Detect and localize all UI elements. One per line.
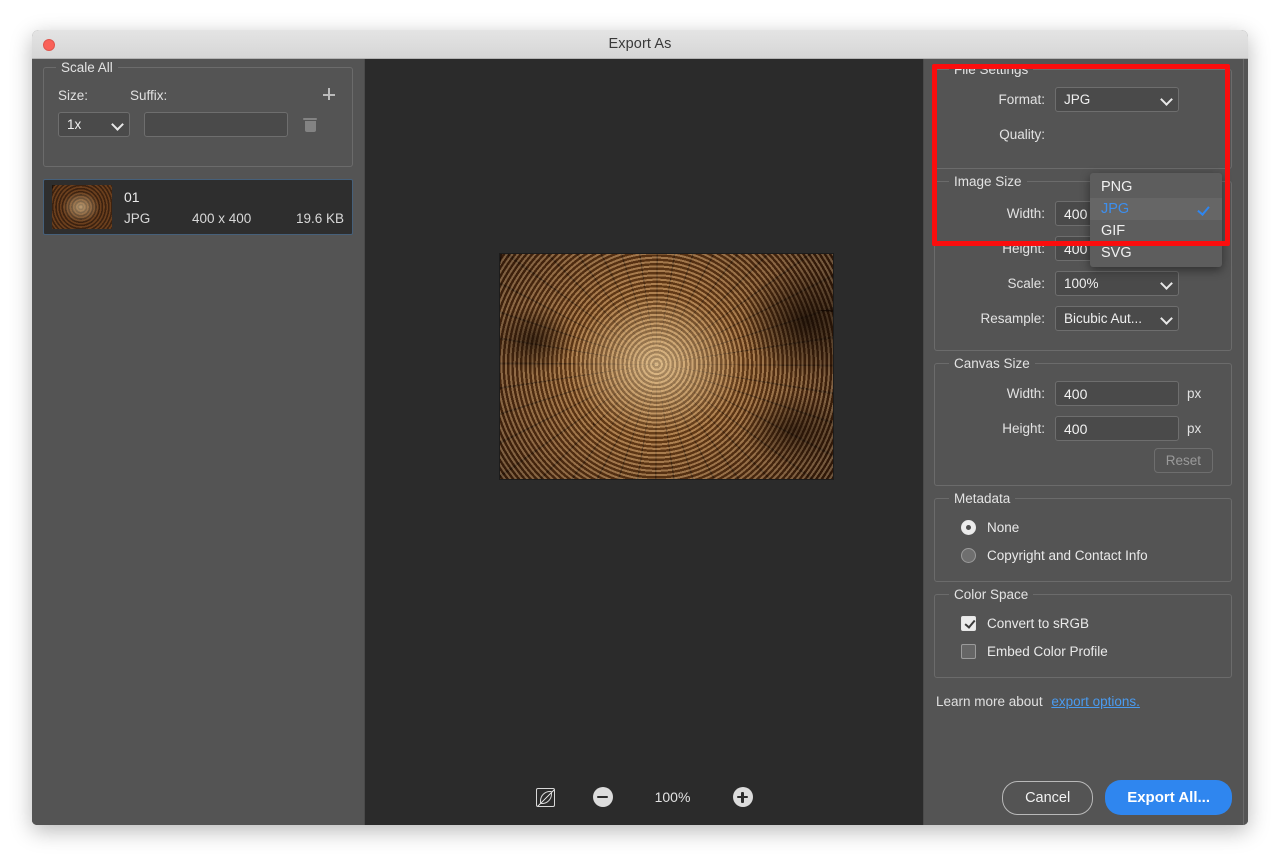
dialog-body: Scale All Size: Suffix: 1x bbox=[32, 59, 1248, 825]
fit-to-screen-icon[interactable] bbox=[536, 788, 555, 807]
metadata-option-none[interactable]: None bbox=[943, 513, 1223, 541]
file-sub: JPG 400 x 400 19.6 KB bbox=[124, 211, 344, 226]
canvas-width-row: Width: px bbox=[943, 378, 1223, 409]
size-select-wrap: 1x bbox=[58, 112, 130, 137]
color-space-option-embed[interactable]: Embed Color Profile bbox=[943, 637, 1223, 665]
cancel-button[interactable]: Cancel bbox=[1002, 781, 1093, 815]
format-select-wrap: JPG bbox=[1055, 87, 1179, 112]
plus-icon[interactable] bbox=[320, 86, 338, 104]
canvas-width-input[interactable] bbox=[1055, 381, 1179, 406]
zoom-in-icon[interactable] bbox=[733, 787, 753, 807]
checkbox-icon[interactable] bbox=[961, 616, 976, 631]
radio-icon[interactable] bbox=[961, 520, 976, 535]
scale-all-title: Scale All bbox=[56, 60, 118, 75]
file-settings-title: File Settings bbox=[949, 62, 1033, 77]
suffix-input[interactable] bbox=[144, 112, 288, 137]
file-dimensions: 400 x 400 bbox=[192, 211, 296, 226]
metadata-copyright-label: Copyright and Contact Info bbox=[987, 548, 1148, 563]
dropdown-option-label: JPG bbox=[1101, 201, 1129, 217]
color-space-group: Color Space Convert to sRGB Embed Color … bbox=[934, 594, 1232, 678]
scale-all-controls: 1x bbox=[58, 112, 338, 137]
reset-row: Reset bbox=[943, 448, 1223, 473]
trash-icon[interactable] bbox=[302, 117, 318, 133]
format-dropdown-menu[interactable]: PNG JPG GIF SVG bbox=[1090, 173, 1222, 267]
dropdown-option-label: PNG bbox=[1101, 179, 1132, 195]
thumbnail bbox=[52, 185, 112, 229]
list-item[interactable]: 01 JPG 400 x 400 19.6 KB bbox=[43, 179, 353, 235]
export-all-button[interactable]: Export All... bbox=[1105, 780, 1232, 815]
suffix-label: Suffix: bbox=[130, 88, 320, 103]
resample-select-wrap: Bicubic Aut... bbox=[1055, 306, 1179, 331]
zoom-toolbar: 100% bbox=[365, 787, 923, 807]
checkmark-icon bbox=[1200, 200, 1212, 216]
size-label: Size: bbox=[58, 88, 130, 103]
canvas-width-unit: px bbox=[1187, 386, 1201, 401]
resample-select[interactable]: Bicubic Aut... bbox=[1055, 306, 1179, 331]
canvas-height-label: Height: bbox=[943, 421, 1055, 436]
resample-label: Resample: bbox=[943, 311, 1055, 326]
dropdown-option-png[interactable]: PNG bbox=[1090, 176, 1222, 198]
file-list: 01 JPG 400 x 400 19.6 KB bbox=[43, 179, 353, 235]
preview-canvas[interactable]: 100% bbox=[364, 59, 924, 825]
dropdown-option-label: SVG bbox=[1101, 245, 1132, 261]
dropdown-option-jpg[interactable]: JPG bbox=[1090, 198, 1222, 220]
canvas-size-group: Canvas Size Width: px Height: px Reset bbox=[934, 363, 1232, 486]
scale-all-group: Scale All Size: Suffix: 1x bbox=[43, 67, 353, 167]
titlebar: Export As bbox=[32, 30, 1248, 59]
image-height-label: Height: bbox=[943, 241, 1055, 256]
format-row: Format: JPG bbox=[943, 84, 1223, 115]
canvas-height-row: Height: px bbox=[943, 413, 1223, 444]
left-panel: Scale All Size: Suffix: 1x bbox=[32, 59, 364, 825]
footer-buttons: Cancel Export All... bbox=[1002, 780, 1232, 815]
metadata-none-label: None bbox=[987, 520, 1019, 535]
format-label: Format: bbox=[943, 92, 1055, 107]
canvas-height-unit: px bbox=[1187, 421, 1201, 436]
export-options-link[interactable]: export options. bbox=[1051, 694, 1140, 709]
image-scale-select[interactable]: 100% bbox=[1055, 271, 1179, 296]
resample-row: Resample: Bicubic Aut... bbox=[943, 303, 1223, 334]
embed-profile-label: Embed Color Profile bbox=[987, 644, 1108, 659]
color-space-title: Color Space bbox=[949, 587, 1033, 602]
metadata-option-copyright[interactable]: Copyright and Contact Info bbox=[943, 541, 1223, 569]
color-space-option-srgb[interactable]: Convert to sRGB bbox=[943, 609, 1223, 637]
dropdown-option-label: GIF bbox=[1101, 223, 1125, 239]
close-window-button[interactable] bbox=[43, 39, 55, 51]
panel-scrollbar[interactable] bbox=[1243, 59, 1244, 825]
learn-more-row: Learn more about export options. bbox=[934, 690, 1232, 709]
metadata-group: Metadata None Copyright and Contact Info bbox=[934, 498, 1232, 582]
convert-srgb-label: Convert to sRGB bbox=[987, 616, 1089, 631]
reset-button[interactable]: Reset bbox=[1154, 448, 1213, 473]
quality-label: Quality: bbox=[943, 127, 1055, 142]
image-width-label: Width: bbox=[943, 206, 1055, 221]
scale-all-labels: Size: Suffix: bbox=[58, 86, 338, 104]
radio-icon[interactable] bbox=[961, 548, 976, 563]
file-name: 01 bbox=[124, 189, 344, 205]
dropdown-option-gif[interactable]: GIF bbox=[1090, 220, 1222, 242]
export-as-dialog: Export As Scale All Size: Suffix: 1x bbox=[32, 30, 1248, 825]
quality-row: Quality: bbox=[943, 119, 1223, 150]
file-format: JPG bbox=[124, 211, 192, 226]
format-select[interactable]: JPG bbox=[1055, 87, 1179, 112]
size-select[interactable]: 1x bbox=[58, 112, 130, 137]
file-size: 19.6 KB bbox=[296, 211, 344, 226]
zoom-level: 100% bbox=[651, 789, 695, 805]
dropdown-option-svg[interactable]: SVG bbox=[1090, 242, 1222, 264]
learn-more-text: Learn more about bbox=[936, 694, 1043, 709]
checkbox-icon[interactable] bbox=[961, 644, 976, 659]
file-meta: 01 JPG 400 x 400 19.6 KB bbox=[124, 189, 344, 226]
image-size-title: Image Size bbox=[949, 174, 1027, 189]
page-title: Export As bbox=[609, 36, 672, 52]
image-scale-label: Scale: bbox=[943, 276, 1055, 291]
image-scale-select-wrap: 100% bbox=[1055, 271, 1179, 296]
metadata-title: Metadata bbox=[949, 491, 1015, 506]
zoom-out-icon[interactable] bbox=[593, 787, 613, 807]
canvas-width-label: Width: bbox=[943, 386, 1055, 401]
canvas-size-title: Canvas Size bbox=[949, 356, 1035, 371]
image-scale-row: Scale: 100% bbox=[943, 268, 1223, 299]
preview-image bbox=[500, 254, 833, 479]
canvas-height-input[interactable] bbox=[1055, 416, 1179, 441]
file-settings-group: File Settings Format: JPG Quality: bbox=[934, 69, 1232, 169]
